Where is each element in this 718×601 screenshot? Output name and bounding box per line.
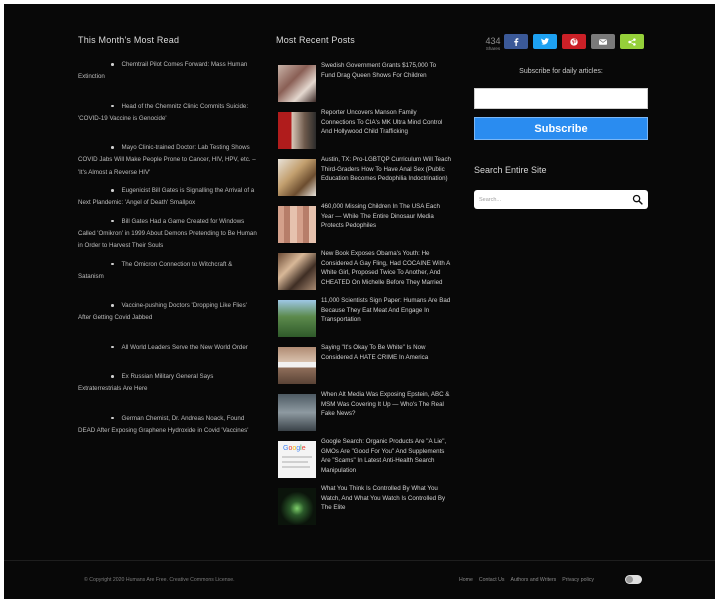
list-item[interactable]: Ex Russian Military General Says Extrate…	[78, 371, 258, 396]
list-item[interactable]: Head of the Chemnitz Clinic Commits Suic…	[78, 101, 258, 126]
post-title[interactable]: New Book Exposes Obama's Youth: He Consi…	[321, 249, 451, 287]
post-title[interactable]: Reporter Uncovers Manson Family Connecti…	[321, 108, 451, 137]
share-count-label: Shares	[485, 46, 501, 51]
list-item[interactable]: The Omicron Connection to Witchcraft & S…	[78, 259, 258, 284]
facebook-icon	[514, 37, 519, 46]
list-item[interactable]: Chemtrail Pilot Comes Forward: Mass Huma…	[78, 59, 258, 84]
most-read-title: This Month's Most Read	[78, 35, 180, 45]
list-item[interactable]: Vaccine-pushing Doctors 'Dropping Like F…	[78, 300, 258, 325]
post-title[interactable]: Saying "It's Okay To Be White" Is Now Co…	[321, 343, 451, 362]
post-title[interactable]: When Alt Media Was Exposing Epstein, ABC…	[321, 390, 451, 419]
post-thumbnail[interactable]	[278, 253, 316, 290]
post-title[interactable]: Google Search: Organic Products Are "A L…	[321, 437, 451, 475]
post-thumbnail[interactable]	[278, 65, 316, 102]
post-thumbnail[interactable]	[278, 112, 316, 149]
post-thumbnail[interactable]	[278, 300, 316, 337]
list-item[interactable]: All World Leaders Serve the New World Or…	[78, 342, 258, 354]
footer-link-authors[interactable]: Authors and Writers	[511, 577, 557, 583]
search-title: Search Entire Site	[474, 165, 547, 175]
email-field[interactable]	[474, 88, 648, 109]
post-title[interactable]: Swedish Government Grants $175,000 To Fu…	[321, 61, 451, 80]
twitter-icon	[541, 38, 549, 45]
facebook-share-button[interactable]	[504, 34, 528, 49]
post-title[interactable]: 11,000 Scientists Sign Paper: Humans Are…	[321, 296, 451, 325]
footer-link-privacy[interactable]: Privacy policy	[562, 577, 594, 583]
post-thumbnail[interactable]	[278, 206, 316, 243]
post-thumbnail[interactable]	[278, 488, 316, 525]
toggle-knob	[626, 576, 633, 583]
recent-post[interactable]: Austin, TX: Pro-LGBTQP Curriculum Will T…	[278, 155, 453, 196]
recent-post[interactable]: 460,000 Missing Children In The USA Each…	[278, 202, 453, 243]
search-box[interactable]	[474, 190, 648, 209]
footer-link-home[interactable]: Home	[459, 577, 473, 583]
subscribe-button[interactable]: Subscribe	[474, 117, 648, 140]
footer-divider	[4, 560, 715, 561]
recent-post[interactable]: New Book Exposes Obama's Youth: He Consi…	[278, 249, 453, 290]
page-frame: This Month's Most Read Chemtrail Pilot C…	[4, 4, 715, 599]
recent-post[interactable]: Reporter Uncovers Manson Family Connecti…	[278, 108, 453, 149]
sharethis-share-button[interactable]	[620, 34, 644, 49]
subscribe-label: Subscribe for daily articles:	[519, 68, 603, 75]
post-title[interactable]: 460,000 Missing Children In The USA Each…	[321, 202, 451, 231]
post-thumbnail[interactable]	[278, 159, 316, 196]
email-icon	[599, 38, 607, 45]
email-share-button[interactable]	[591, 34, 615, 49]
post-title[interactable]: What You Think Is Controlled By What You…	[321, 484, 451, 513]
recent-post[interactable]: Swedish Government Grants $175,000 To Fu…	[278, 61, 453, 102]
theme-toggle[interactable]	[625, 575, 642, 584]
google-logo: Google	[283, 445, 306, 452]
list-item[interactable]: Bill Gates Had a Game Created for Window…	[78, 216, 258, 253]
copyright: © Copyright 2020 Humans Are Free. Creati…	[84, 577, 235, 583]
recent-post[interactable]: When Alt Media Was Exposing Epstein, ABC…	[278, 390, 453, 431]
twitter-share-button[interactable]	[533, 34, 557, 49]
most-read-list: Chemtrail Pilot Comes Forward: Mass Huma…	[78, 59, 258, 437]
pinterest-icon	[570, 37, 578, 46]
list-item[interactable]: Eugenicist Bill Gates is Signalling the …	[78, 185, 258, 210]
pinterest-share-button[interactable]	[562, 34, 586, 49]
footer-links: Home Contact Us Authors and Writers Priv…	[459, 577, 594, 583]
post-thumbnail[interactable]	[278, 347, 316, 384]
search-input[interactable]	[479, 193, 624, 206]
recent-posts-title: Most Recent Posts	[276, 35, 355, 45]
recent-post[interactable]: Saying "It's Okay To Be White" Is Now Co…	[278, 343, 453, 384]
post-thumbnail[interactable]: Google	[278, 441, 316, 478]
search-icon[interactable]	[632, 194, 643, 205]
sharethis-icon	[628, 37, 636, 46]
recent-post[interactable]: 11,000 Scientists Sign Paper: Humans Are…	[278, 296, 453, 337]
recent-post[interactable]: What You Think Is Controlled By What You…	[278, 484, 453, 525]
list-item[interactable]: German Chemist, Dr. Andreas Noack, Found…	[78, 413, 258, 438]
post-title[interactable]: Austin, TX: Pro-LGBTQP Curriculum Will T…	[321, 155, 451, 184]
share-count: 434 Shares	[482, 37, 504, 52]
footer-link-contact[interactable]: Contact Us	[479, 577, 505, 583]
list-item[interactable]: Mayo Clinic-trained Doctor: Lab Testing …	[78, 142, 258, 179]
recent-post[interactable]: Google Google Search: Organic Products A…	[278, 437, 453, 478]
share-count-number: 434	[485, 36, 501, 46]
post-thumbnail[interactable]	[278, 394, 316, 431]
